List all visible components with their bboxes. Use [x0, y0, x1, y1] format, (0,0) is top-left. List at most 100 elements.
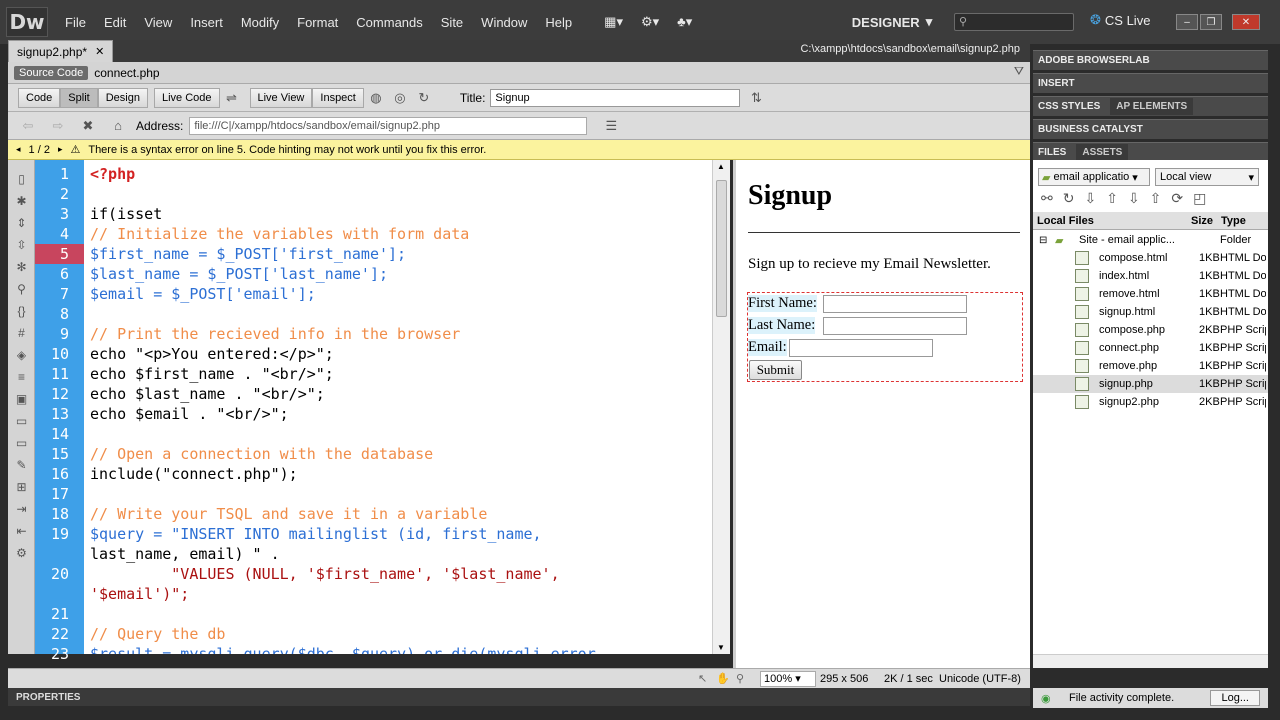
design-view[interactable]: Signup Sign up to recieve my Email Newsl…	[733, 160, 1030, 668]
panel-insert[interactable]: INSERT	[1033, 73, 1268, 93]
next-error-icon[interactable]: ▸	[58, 144, 63, 155]
file-row[interactable]: compose.html 1KB HTML Do	[1033, 249, 1268, 267]
apply-comment-icon[interactable]: ▭	[8, 410, 35, 432]
filter-icon[interactable]: ⛛	[1014, 64, 1024, 79]
connect-icon[interactable]: ⚯	[1041, 190, 1053, 210]
menu-format[interactable]: Format	[288, 15, 347, 30]
code-line[interactable]: echo "<p>You entered:</p>";	[90, 344, 334, 364]
expand-all-icon[interactable]: ✻	[8, 256, 35, 278]
code-line[interactable]: $query = "INSERT INTO mailinglist (id, f…	[90, 524, 542, 544]
file-row[interactable]: signup.php 1KB PHP Scrip	[1033, 375, 1268, 393]
menu-commands[interactable]: Commands	[347, 15, 431, 30]
view-select[interactable]: Local view ▾	[1155, 168, 1259, 186]
balance-braces-icon[interactable]: {}	[8, 300, 35, 322]
code-line[interactable]: // Initialize the variables with form da…	[90, 224, 469, 244]
code-line[interactable]: echo $email . "<br/>";	[90, 404, 289, 424]
menu-site[interactable]: Site	[432, 15, 472, 30]
inspect-button[interactable]: Inspect	[312, 87, 364, 108]
menu-insert[interactable]: Insert	[181, 15, 232, 30]
related-file-connect[interactable]: connect.php	[94, 66, 159, 80]
properties-panel[interactable]: PROPERTIES	[8, 688, 1030, 706]
maximize-button[interactable]: ❐	[1200, 14, 1222, 30]
file-row[interactable]: remove.html 1KB HTML Do	[1033, 285, 1268, 303]
tab-ap-elements[interactable]: AP ELEMENTS	[1110, 98, 1194, 115]
code-line[interactable]: echo $last_name . "<br/>";	[90, 384, 325, 404]
window-size[interactable]: 295 x 506	[820, 673, 868, 685]
forward-icon[interactable]: ⇨	[48, 117, 68, 135]
code-line[interactable]: echo $first_name . "<br/>";	[90, 364, 334, 384]
code-line[interactable]: $result = mysqli_query($dbc, $query) or …	[90, 644, 596, 654]
get-files-icon[interactable]: ⇩	[1084, 190, 1096, 210]
minimize-button[interactable]: –	[1176, 14, 1198, 30]
put-files-icon[interactable]: ⇧	[1106, 190, 1118, 210]
title-input[interactable]: Signup	[490, 88, 741, 107]
site-root-row[interactable]: ⊟ ▰ Site - email applic... Folder	[1033, 231, 1268, 249]
email-field[interactable]	[789, 339, 933, 357]
select-tool-icon[interactable]: ↖	[698, 672, 707, 685]
tab-files[interactable]: FILES	[1038, 147, 1066, 158]
menu-modify[interactable]: Modify	[232, 15, 288, 30]
panel-css-styles[interactable]: CSS STYLES AP ELEMENTS	[1033, 96, 1268, 116]
expand-panel-icon[interactable]: ◰	[1193, 190, 1206, 210]
panel-browserlab[interactable]: ADOBE BROWSERLAB	[1033, 50, 1268, 70]
col-size[interactable]: Size	[1191, 215, 1213, 227]
code-line[interactable]: if(isset	[90, 204, 162, 224]
menu-view[interactable]: View	[135, 15, 181, 30]
code-line[interactable]: // Print the recieved info in the browse…	[90, 324, 460, 344]
zoom-select[interactable]: 100% ▾	[760, 670, 816, 687]
live-code-button[interactable]: Live Code	[153, 87, 220, 108]
visual-aids-icon[interactable]: ◎	[390, 89, 410, 107]
close-button[interactable]: ✕	[1232, 14, 1260, 30]
menu-file[interactable]: File	[56, 15, 95, 30]
view-options-icon[interactable]: ☰	[601, 117, 621, 135]
code-line[interactable]: // Open a connection with the database	[90, 444, 433, 464]
highlight-invalid-icon[interactable]: ◈	[8, 344, 35, 366]
last-name-field[interactable]	[823, 317, 967, 335]
browser-preview-icon[interactable]: ◍	[366, 89, 386, 107]
code-line[interactable]: last_name, email) " .	[90, 544, 280, 564]
signup-form[interactable]: First Name: Last Name: Email: Submit	[747, 292, 1023, 382]
stop-icon[interactable]: ✖	[78, 117, 98, 135]
wrap-tag-icon[interactable]: ✎	[8, 454, 35, 476]
check-out-icon[interactable]: ⇩	[1128, 190, 1140, 210]
zoom-tool-icon[interactable]: ⚲	[736, 672, 744, 685]
layout-icon[interactable]: ▦▾	[595, 14, 632, 30]
close-icon[interactable]: ✕	[95, 45, 104, 58]
collapse-icon[interactable]: ⊟	[1039, 235, 1047, 246]
collapse-tag-icon[interactable]: ⇕	[8, 212, 35, 234]
scroll-up-icon[interactable]: ▲	[717, 162, 725, 171]
code-line[interactable]: // Write your TSQL and save it in a vari…	[90, 504, 487, 524]
check-in-icon[interactable]: ⇧	[1150, 190, 1162, 210]
source-code-button[interactable]: Source Code	[14, 65, 89, 80]
code-line[interactable]: '$email')";	[90, 584, 189, 604]
open-documents-icon[interactable]: ▯	[8, 168, 35, 190]
split-view-button[interactable]: Split	[60, 87, 98, 108]
cs-live-button[interactable]: ❂ CS Live	[1090, 12, 1150, 28]
select-parent-tag-icon[interactable]: ⚲	[8, 278, 35, 300]
log-button[interactable]: Log...	[1210, 690, 1260, 706]
help-search-input[interactable]: ⚲	[954, 13, 1074, 31]
file-row[interactable]: connect.php 1KB PHP Scrip	[1033, 339, 1268, 357]
collapse-selection-icon[interactable]: ⇳	[8, 234, 35, 256]
refresh-icon[interactable]: ↻	[414, 89, 434, 107]
code-line[interactable]: "VALUES (NULL, '$first_name', '$last_nam…	[90, 564, 559, 584]
move-css-icon[interactable]: ⇥	[8, 498, 35, 520]
prev-error-icon[interactable]: ◂	[16, 144, 21, 155]
code-editor[interactable]: <?php if(isset// Initialize the variables…	[84, 160, 712, 654]
design-view-button[interactable]: Design	[97, 87, 148, 108]
code-line[interactable]: $first_name = $_POST['first_name'];	[90, 244, 406, 264]
menu-help[interactable]: Help	[536, 15, 581, 30]
files-hscroll[interactable]	[1033, 654, 1268, 668]
gear-icon[interactable]: ⚙▾	[632, 14, 668, 30]
col-local-files[interactable]: Local Files	[1037, 215, 1094, 227]
col-type[interactable]: Type	[1221, 215, 1246, 227]
file-row[interactable]: signup2.php 2KB PHP Scrip	[1033, 393, 1268, 411]
show-code-navigator-icon[interactable]: ✱	[8, 190, 35, 212]
submit-button[interactable]: Submit	[749, 360, 802, 380]
workspace-switcher[interactable]: DESIGNER ▾	[846, 11, 938, 33]
file-row[interactable]: signup.html 1KB HTML Do	[1033, 303, 1268, 321]
panel-files[interactable]: FILES ASSETS	[1033, 142, 1268, 162]
code-view-button[interactable]: Code	[18, 87, 61, 108]
scroll-thumb[interactable]	[716, 180, 727, 317]
panel-business-catalyst[interactable]: BUSINESS CATALYST	[1033, 119, 1268, 139]
